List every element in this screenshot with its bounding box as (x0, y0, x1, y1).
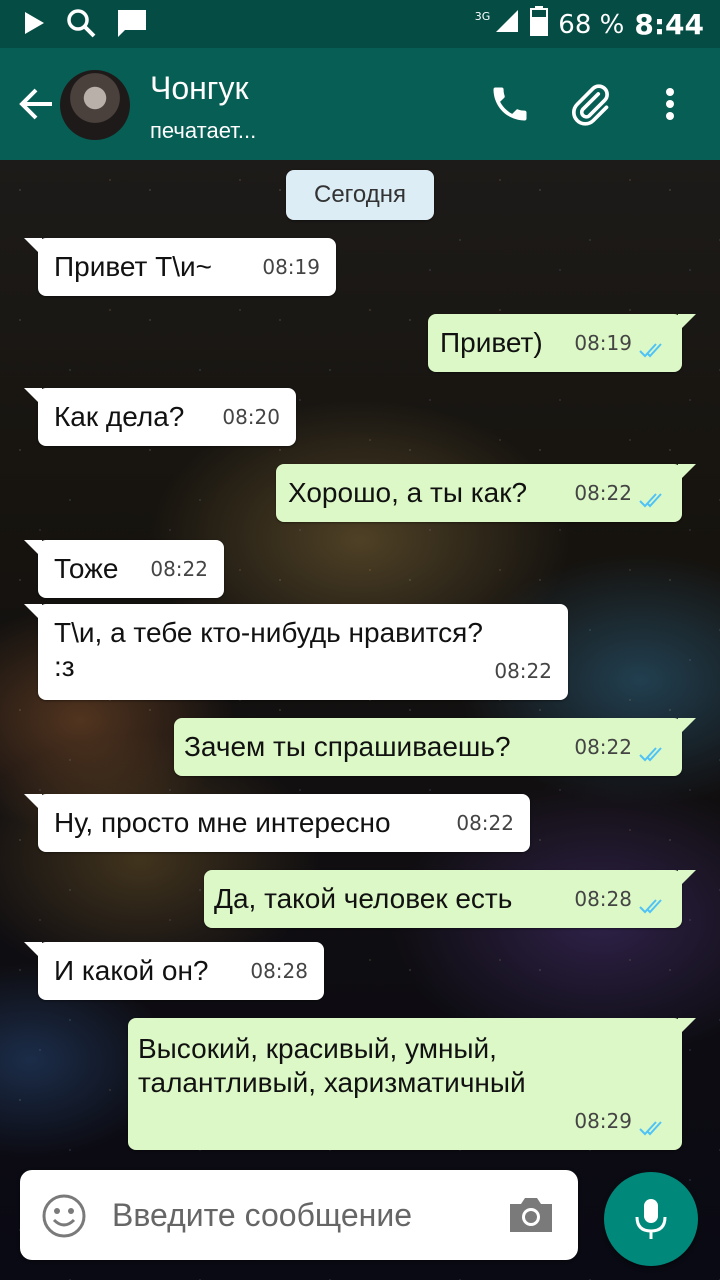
chat-area[interactable]: Сегодня Привет Т\и~ 08:19 Привет) 08:19 … (0, 160, 720, 1280)
message-text: Зачем ты спрашиваешь? (184, 731, 511, 762)
message-time: 08:20 (222, 405, 280, 429)
back-button[interactable] (14, 82, 58, 126)
message-time: 08:19 (262, 255, 320, 279)
message-time: 08:19 (574, 331, 632, 355)
message-time: 08:28 (574, 887, 632, 911)
message-time: 08:22 (150, 557, 208, 581)
clock: 8:44 (634, 8, 704, 41)
back-arrow-icon (19, 88, 52, 120)
more-vert-icon (666, 88, 674, 120)
battery-percent: 68 % (558, 9, 625, 40)
camera-icon (510, 1198, 552, 1232)
message-time: 08:29 (574, 1109, 632, 1133)
mic-icon (635, 1199, 667, 1239)
double-check-icon (639, 899, 662, 914)
message-text: Да, такой человек есть (214, 883, 513, 914)
date-divider: Сегодня (286, 170, 434, 220)
message-text: Высокий, красивый, умный, талантливый, х… (138, 1033, 526, 1098)
message-time: 08:22 (456, 811, 514, 835)
message-time: 08:22 (574, 735, 632, 759)
chat-header: Чонгук печатает... (0, 48, 720, 160)
message-incoming[interactable]: Тоже 08:22 (24, 540, 224, 598)
double-check-icon (639, 747, 662, 762)
double-check-icon (639, 493, 662, 508)
message-text: Ну, просто мне интересно (54, 807, 391, 838)
paperclip-icon (572, 84, 609, 126)
message-text: Тоже (54, 553, 119, 584)
message-outgoing[interactable]: Хорошо, а ты как? 08:22 (276, 464, 696, 522)
attach-button[interactable] (568, 82, 612, 126)
message-text: Как дела? (54, 401, 185, 432)
message-composer (20, 1170, 578, 1260)
double-check-icon (639, 343, 662, 358)
voice-record-button[interactable] (604, 1172, 698, 1266)
contact-name[interactable]: Чонгук (150, 70, 248, 107)
message-text: Хорошо, а ты как? (288, 477, 528, 508)
message-incoming[interactable]: Как дела? 08:20 (24, 388, 296, 446)
message-outgoing[interactable]: Привет) 08:19 (428, 314, 696, 372)
message-incoming[interactable]: Т\и, а тебе кто-нибудь нравится? :з 08:2… (24, 604, 568, 700)
message-outgoing[interactable]: Высокий, красивый, умный, талантливый, х… (128, 1018, 696, 1150)
message-outgoing[interactable]: Да, такой человек есть 08:28 (204, 870, 696, 928)
chat-icon (116, 8, 148, 43)
call-button[interactable] (488, 82, 532, 126)
message-text: Привет Т\и~ (54, 251, 213, 282)
message-text: Т\и, а тебе кто-нибудь нравится? :з (54, 617, 483, 682)
message-text: И какой он? (54, 955, 209, 986)
message-time: 08:22 (574, 481, 632, 505)
play-icon (22, 10, 46, 41)
more-options-button[interactable] (648, 82, 692, 126)
message-incoming[interactable]: И какой он? 08:28 (24, 942, 324, 1000)
message-time: 08:22 (494, 659, 552, 683)
message-text: Привет) (440, 327, 543, 358)
camera-button[interactable] (506, 1190, 556, 1240)
message-incoming[interactable]: Ну, просто мне интересно 08:22 (24, 794, 530, 852)
avatar[interactable] (60, 70, 130, 140)
network-type: 3G (474, 10, 491, 23)
message-time: 08:28 (250, 959, 308, 983)
contact-status: печатает... (150, 118, 257, 143)
message-input[interactable] (112, 1190, 492, 1240)
signal-icon (494, 8, 520, 41)
emoji-button[interactable] (40, 1192, 88, 1240)
search-icon (66, 8, 96, 43)
emoji-icon (42, 1194, 86, 1238)
phone-icon (493, 87, 527, 121)
status-bar: 3G 68 % 8:44 (0, 0, 720, 48)
double-check-icon (639, 1121, 662, 1136)
battery-icon (530, 6, 549, 43)
message-incoming[interactable]: Привет Т\и~ 08:19 (24, 238, 336, 296)
message-outgoing[interactable]: Зачем ты спрашиваешь? 08:22 (174, 718, 696, 776)
